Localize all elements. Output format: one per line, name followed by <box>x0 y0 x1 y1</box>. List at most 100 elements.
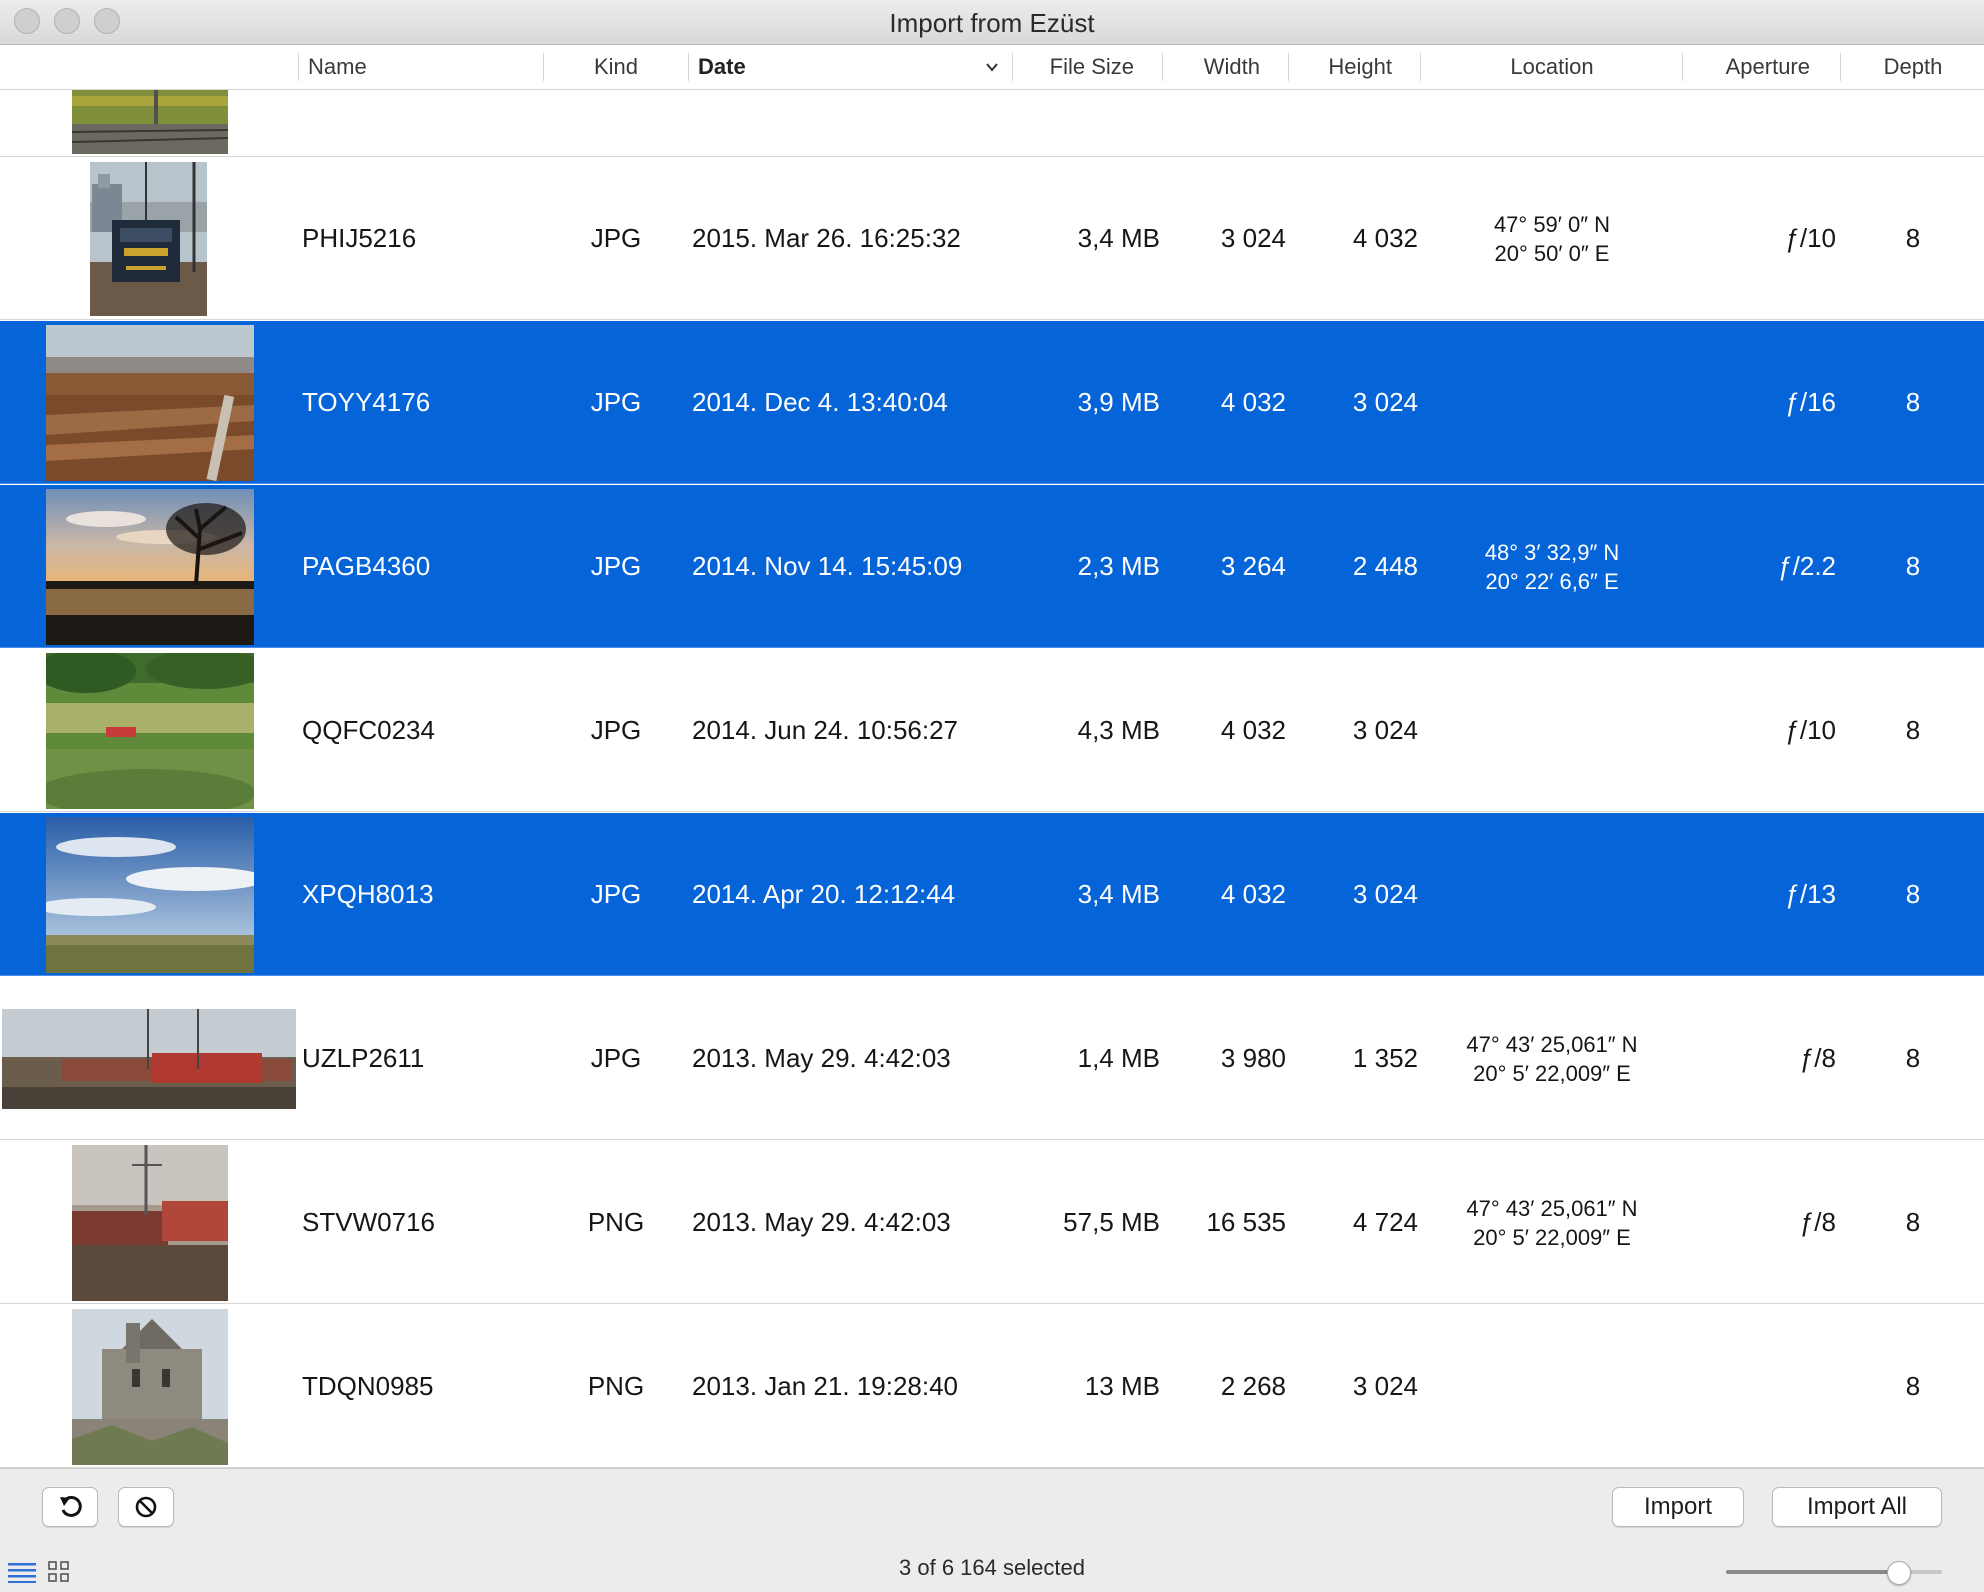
row-name: TOYY4176 <box>302 387 431 417</box>
row-size: 13 MB <box>1084 1371 1160 1401</box>
row-location: 47° 43′ 25,061″ N 20° 5′ 22,009″ E <box>1420 1141 1684 1304</box>
column-header-aperture[interactable]: Aperture <box>1700 45 1810 89</box>
row-height: 1 352 <box>1352 1043 1418 1073</box>
row-location-lon: 20° 22′ 6,6″ E <box>1485 568 1619 594</box>
row-location: 47° 59′ 0″ N 20° 50′ 0″ E <box>1420 157 1684 320</box>
photo-list[interactable]: PHIJ5216 JPG 2015. Mar 26. 16:25:32 3,4 … <box>0 90 1984 1468</box>
column-header-height[interactable]: Height <box>1296 45 1392 89</box>
row-aperture: ƒ/13 <box>1785 879 1836 909</box>
row-size: 3,9 MB <box>1077 387 1160 417</box>
table-row-partial[interactable] <box>0 90 1984 157</box>
row-date: 2014. Nov 14. 15:45:09 <box>692 551 963 581</box>
slider-knob[interactable] <box>1886 1561 1911 1585</box>
row-name: TDQN0985 <box>302 1371 434 1401</box>
row-date: 2013. May 29. 4:42:03 <box>692 1043 951 1073</box>
row-depth: 8 <box>1905 715 1921 745</box>
row-location-lon: 20° 5′ 22,009″ E <box>1473 1224 1631 1250</box>
row-size: 1,4 MB <box>1077 1043 1160 1073</box>
row-depth: 8 <box>1905 879 1921 909</box>
row-depth: 8 <box>1905 1371 1921 1401</box>
row-date: 2014. Apr 20. 12:12:44 <box>692 879 956 909</box>
rotate-button[interactable] <box>42 1487 98 1527</box>
row-location-lat: 47° 59′ 0″ N <box>1493 211 1611 237</box>
row-width: 2 268 <box>1220 1371 1286 1401</box>
table-row[interactable]: UZLP2611 JPG 2013. May 29. 4:42:03 1,4 M… <box>0 977 1984 1140</box>
row-depth: 8 <box>1905 1043 1921 1073</box>
column-header-name[interactable]: Name <box>308 45 367 89</box>
row-size: 2,3 MB <box>1077 551 1160 581</box>
import-button[interactable]: Import <box>1612 1487 1744 1527</box>
row-date: 2014. Dec 4. 13:40:04 <box>692 387 948 417</box>
row-kind: PNG <box>587 1371 645 1401</box>
row-thumbnail <box>72 1145 228 1301</box>
column-header-location[interactable]: Location <box>1420 45 1684 89</box>
column-header-kind[interactable]: Kind <box>560 45 672 89</box>
import-window: Import from Ezüst Name Kind Date File Si… <box>0 0 1984 1592</box>
rotate-left-icon <box>60 1495 82 1517</box>
table-row-selected[interactable]: XPQH8013 JPG 2014. Apr 20. 12:12:44 3,4 … <box>0 813 1984 976</box>
import-all-button[interactable]: Import All <box>1772 1487 1942 1527</box>
row-location-lat: 48° 3′ 32,9″ N <box>1484 539 1620 565</box>
row-location <box>1420 321 1684 484</box>
row-kind: PNG <box>587 1207 645 1237</box>
table-row[interactable]: TDQN0985 PNG 2013. Jan 21. 19:28:40 13 M… <box>0 1305 1984 1468</box>
row-thumbnail <box>72 1309 228 1465</box>
row-depth: 8 <box>1905 223 1921 253</box>
row-name: STVW0716 <box>302 1207 435 1237</box>
row-name: XPQH8013 <box>302 879 434 909</box>
row-thumbnail <box>90 162 207 316</box>
row-kind: JPG <box>590 879 642 909</box>
sort-descending-chevron-icon[interactable] <box>984 59 1000 75</box>
row-aperture <box>1700 1305 1836 1468</box>
row-width: 4 032 <box>1220 715 1286 745</box>
row-aperture: ƒ/8 <box>1799 1043 1836 1073</box>
row-thumbnail <box>46 325 254 481</box>
slider-fill <box>1726 1570 1899 1574</box>
row-height: 2 448 <box>1352 551 1418 581</box>
row-width: 3 024 <box>1220 223 1286 253</box>
row-kind: JPG <box>590 387 642 417</box>
row-name: QQFC0234 <box>302 715 435 745</box>
row-thumbnail <box>46 653 254 809</box>
row-height: 3 024 <box>1352 715 1418 745</box>
row-date: 2013. Jan 21. 19:28:40 <box>692 1371 959 1401</box>
row-thumbnail <box>46 817 254 973</box>
title-bar: Import from Ezüst <box>0 0 1984 45</box>
column-header-date[interactable]: Date <box>698 45 746 89</box>
row-kind: JPG <box>590 551 642 581</box>
row-location: 47° 43′ 25,061″ N 20° 5′ 22,009″ E <box>1420 977 1684 1140</box>
row-date: 2013. May 29. 4:42:03 <box>692 1207 951 1237</box>
row-kind: JPG <box>590 715 642 745</box>
table-row[interactable]: STVW0716 PNG 2013. May 29. 4:42:03 57,5 … <box>0 1141 1984 1304</box>
row-width: 3 980 <box>1220 1043 1286 1073</box>
table-row-selected[interactable]: TOYY4176 JPG 2014. Dec 4. 13:40:04 3,9 M… <box>0 321 1984 484</box>
row-width: 4 032 <box>1220 387 1286 417</box>
row-depth: 8 <box>1905 551 1921 581</box>
row-thumbnail <box>2 1009 296 1109</box>
row-aperture: ƒ/10 <box>1785 223 1836 253</box>
row-width: 16 535 <box>1206 1207 1286 1237</box>
column-header-file-size[interactable]: File Size <box>1020 45 1134 89</box>
railway-field-thumbnail <box>72 90 228 154</box>
table-row-selected[interactable]: PAGB4360 JPG 2014. Nov 14. 15:45:09 2,3 … <box>0 485 1984 648</box>
column-header-depth[interactable]: Depth <box>1866 45 1960 89</box>
column-header-width[interactable]: Width <box>1170 45 1260 89</box>
table-row[interactable]: QQFC0234 JPG 2014. Jun 24. 10:56:27 4,3 … <box>0 649 1984 812</box>
row-location <box>1420 813 1684 976</box>
row-size: 57,5 MB <box>1063 1207 1160 1237</box>
row-date: 2015. Mar 26. 16:25:32 <box>692 223 961 253</box>
row-height: 4 724 <box>1352 1207 1418 1237</box>
row-aperture: ƒ/2.2 <box>1778 551 1836 581</box>
row-kind: JPG <box>590 223 642 253</box>
row-size: 4,3 MB <box>1077 715 1160 745</box>
delete-button[interactable] <box>118 1487 174 1527</box>
row-aperture: ƒ/16 <box>1785 387 1836 417</box>
window-title: Import from Ezüst <box>889 8 1095 38</box>
row-depth: 8 <box>1905 387 1921 417</box>
selection-status: 3 of 6 164 selected <box>899 1555 1085 1580</box>
table-row[interactable]: PHIJ5216 JPG 2015. Mar 26. 16:25:32 3,4 … <box>0 157 1984 320</box>
row-kind: JPG <box>590 1043 642 1073</box>
row-width: 3 264 <box>1220 551 1286 581</box>
row-location <box>1420 1305 1684 1468</box>
row-name: UZLP2611 <box>302 1043 425 1073</box>
